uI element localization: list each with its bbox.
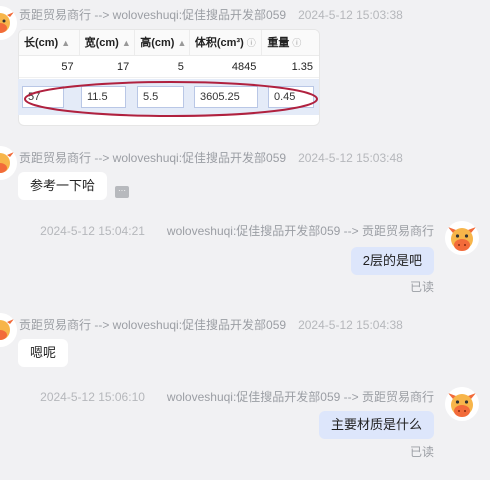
table-cell: 17 — [116, 61, 130, 73]
info-icon: ⓘ — [292, 38, 302, 48]
table-cell: 4845 — [231, 61, 257, 73]
sort-icon: ▲ — [177, 38, 187, 48]
message-meta: 2024-5-12 15:06:10 woloveshuqi:促佳搜品开发部059… — [40, 388, 434, 405]
timestamp: 2024-5-12 15:04:21 — [40, 224, 145, 238]
message-bubble[interactable]: 2层的是吧 — [350, 247, 434, 275]
table-cell: 1.35 — [291, 61, 313, 73]
cow-avatar-icon — [0, 6, 17, 40]
message-bubble[interactable]: 嗯呢 — [18, 339, 69, 367]
sort-icon: ▲ — [121, 38, 131, 48]
sender-avatar[interactable] — [0, 6, 17, 40]
message-bubble[interactable]: 参考一下哈 — [18, 172, 108, 200]
sort-icon: ▲ — [61, 38, 71, 48]
column-header: 高(cm) ▲ — [135, 30, 190, 55]
sender-avatar[interactable] — [0, 146, 17, 180]
my-avatar[interactable] — [445, 387, 479, 421]
sender-avatar[interactable] — [0, 313, 17, 347]
timestamp: 2024-5-12 15:04:38 — [298, 318, 403, 332]
more-icon[interactable]: ··· — [115, 186, 129, 198]
info-icon: ⓘ — [246, 38, 256, 48]
sender-label: 贡距贸易商行 --> woloveshuqi:促佳搜品开发部059 — [19, 318, 287, 332]
table-cell: 57 — [61, 61, 74, 73]
cow-avatar-icon — [445, 387, 479, 421]
my-avatar[interactable] — [445, 221, 479, 255]
column-header: 长(cm) ▲ — [19, 30, 80, 55]
sender-label: woloveshuqi:促佳搜品开发部059 --> 贡距贸易商行 — [166, 390, 434, 404]
message-meta: 贡距贸易商行 --> woloveshuqi:促佳搜品开发部059 2024-5-… — [19, 149, 403, 166]
timestamp: 2024-5-12 15:03:38 — [298, 8, 403, 22]
sender-label: 贡距贸易商行 --> woloveshuqi:促佳搜品开发部059 — [19, 8, 287, 22]
cow-avatar-icon — [445, 221, 479, 255]
cow-avatar-icon — [0, 146, 17, 180]
cow-avatar-icon — [0, 313, 17, 347]
read-status: 已读 — [409, 280, 434, 294]
message-meta: 贡距贸易商行 --> woloveshuqi:促佳搜品开发部059 2024-5-… — [19, 316, 403, 333]
column-header: 宽(cm) ▲ — [80, 30, 136, 55]
message-bubble[interactable]: 主要材质是什么 — [318, 411, 434, 439]
message-meta: 2024-5-12 15:04:21 woloveshuqi:促佳搜品开发部059… — [40, 222, 434, 239]
message-meta: 贡距贸易商行 --> woloveshuqi:促佳搜品开发部059 2024-5-… — [19, 6, 403, 23]
read-status: 已读 — [409, 445, 434, 459]
table-row: 57 17 5 4845 1.35 — [19, 56, 319, 78]
edit-row-area: 57 11.5 5.5 3605.25 0.45 — [18, 79, 320, 126]
column-header: 重量 ⓘ — [267, 37, 302, 49]
timestamp: 2024-5-12 15:03:48 — [298, 151, 403, 165]
table-header: 长(cm) ▲ 宽(cm) ▲ 高(cm) ▲ 体积(cm³) ⓘ 重量 ⓘ — [19, 30, 319, 56]
highlight-ellipse — [24, 81, 318, 117]
table-cell: 5 — [177, 61, 184, 73]
sender-label: woloveshuqi:促佳搜品开发部059 --> 贡距贸易商行 — [166, 224, 434, 238]
timestamp: 2024-5-12 15:06:10 — [40, 390, 145, 404]
column-header: 体积(cm³) ⓘ — [190, 30, 263, 55]
sender-label: 贡距贸易商行 --> woloveshuqi:促佳搜品开发部059 — [19, 151, 287, 165]
